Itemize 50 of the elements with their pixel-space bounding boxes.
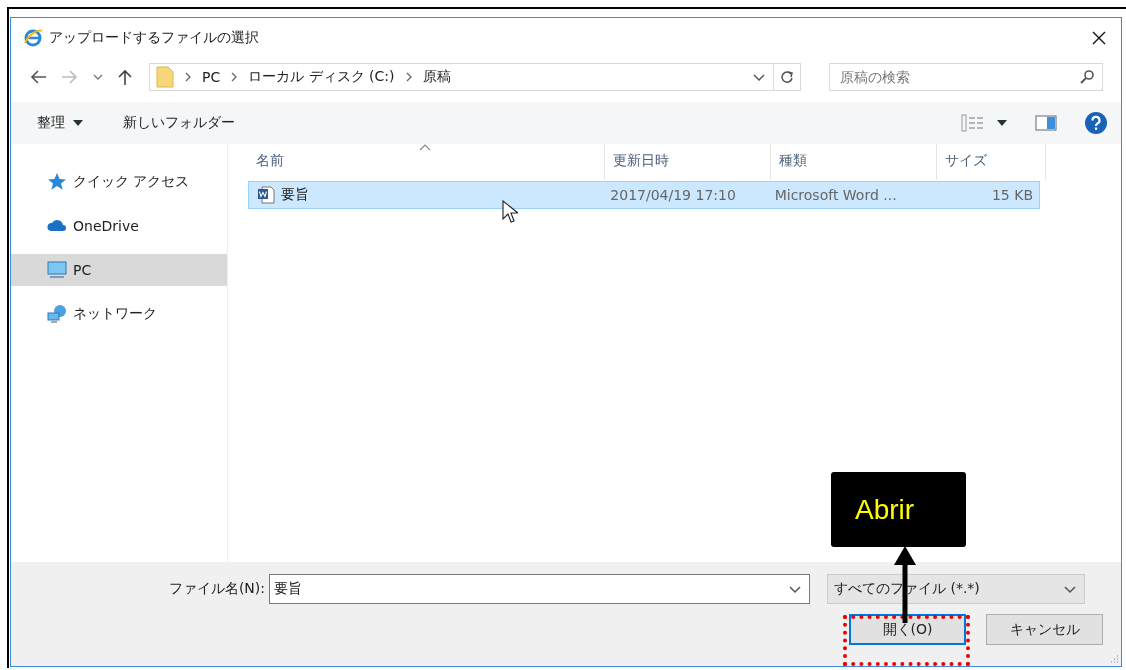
caret-icon[interactable] bbox=[997, 120, 1007, 126]
close-icon[interactable] bbox=[1091, 30, 1107, 46]
star-icon bbox=[47, 172, 67, 192]
open-button[interactable]: 開く(O) bbox=[849, 614, 966, 645]
chevron-icon bbox=[404, 71, 413, 83]
word-document-icon bbox=[257, 186, 275, 204]
file-row[interactable]: 要旨 2017/04/19 17:10 Microsoft Word ... 15 KB bbox=[248, 181, 1040, 209]
file-date: 2017/04/19 17:10 bbox=[609, 187, 737, 203]
filename-label: ファイル名(N): bbox=[167, 580, 265, 598]
sidebar-item[interactable]: ネットワーク bbox=[11, 298, 227, 330]
column-header[interactable]: 種類 bbox=[771, 144, 937, 180]
preview-pane-icon[interactable] bbox=[1035, 115, 1057, 131]
chevron-down-icon bbox=[1064, 584, 1076, 594]
sidebar-item[interactable]: OneDrive bbox=[11, 210, 227, 242]
resize-grip-icon[interactable] bbox=[1109, 654, 1119, 664]
help-icon[interactable] bbox=[1085, 112, 1107, 134]
search-field[interactable]: 原稿の検索 bbox=[829, 63, 1103, 91]
breadcrumb[interactable]: 原稿 bbox=[422, 68, 451, 86]
folder-icon bbox=[156, 66, 174, 88]
network-globe-icon bbox=[47, 304, 67, 324]
back-arrow-icon[interactable] bbox=[29, 69, 47, 85]
column-header[interactable]: 更新日時 bbox=[605, 144, 771, 180]
column-header[interactable]: 名前 bbox=[248, 144, 605, 180]
chevron-down-icon bbox=[789, 584, 801, 594]
file-type: Microsoft Word ... bbox=[773, 187, 898, 203]
sidebar-item[interactable]: PC bbox=[11, 254, 227, 286]
dropdown-caret-icon[interactable] bbox=[753, 72, 765, 82]
mouse-cursor-icon bbox=[502, 200, 518, 224]
breadcrumb[interactable]: ローカル ディスク (C:) bbox=[248, 68, 395, 86]
window-title: アップロードするファイルの選択 bbox=[49, 29, 260, 47]
column-header[interactable]: サイズ bbox=[937, 144, 1046, 180]
new-folder-button[interactable]: 新しいフォルダー bbox=[123, 114, 235, 132]
address-bar[interactable]: PC ローカル ディスク (C:) 原稿 bbox=[149, 63, 801, 91]
callout-label: Abrir bbox=[831, 472, 966, 547]
up-arrow-icon[interactable] bbox=[117, 68, 133, 86]
breadcrumb[interactable]: PC bbox=[202, 69, 221, 85]
file-name: 要旨 bbox=[281, 186, 309, 204]
browser-logo-icon bbox=[23, 28, 43, 48]
recent-caret-icon[interactable] bbox=[93, 73, 103, 81]
caret-icon bbox=[73, 120, 83, 126]
chevron-icon bbox=[230, 71, 239, 83]
cancel-button[interactable]: キャンセル bbox=[986, 614, 1103, 645]
filename-field[interactable]: 要旨 bbox=[269, 574, 810, 604]
sidebar-item[interactable]: クイック アクセス bbox=[11, 166, 227, 198]
chevron-icon bbox=[184, 71, 192, 83]
monitor-icon bbox=[47, 260, 67, 280]
organize-menu[interactable]: 整理 bbox=[37, 114, 83, 132]
search-icon[interactable] bbox=[1079, 69, 1095, 85]
sort-caret-icon[interactable] bbox=[419, 144, 431, 151]
file-size: 15 KB bbox=[990, 187, 1034, 203]
